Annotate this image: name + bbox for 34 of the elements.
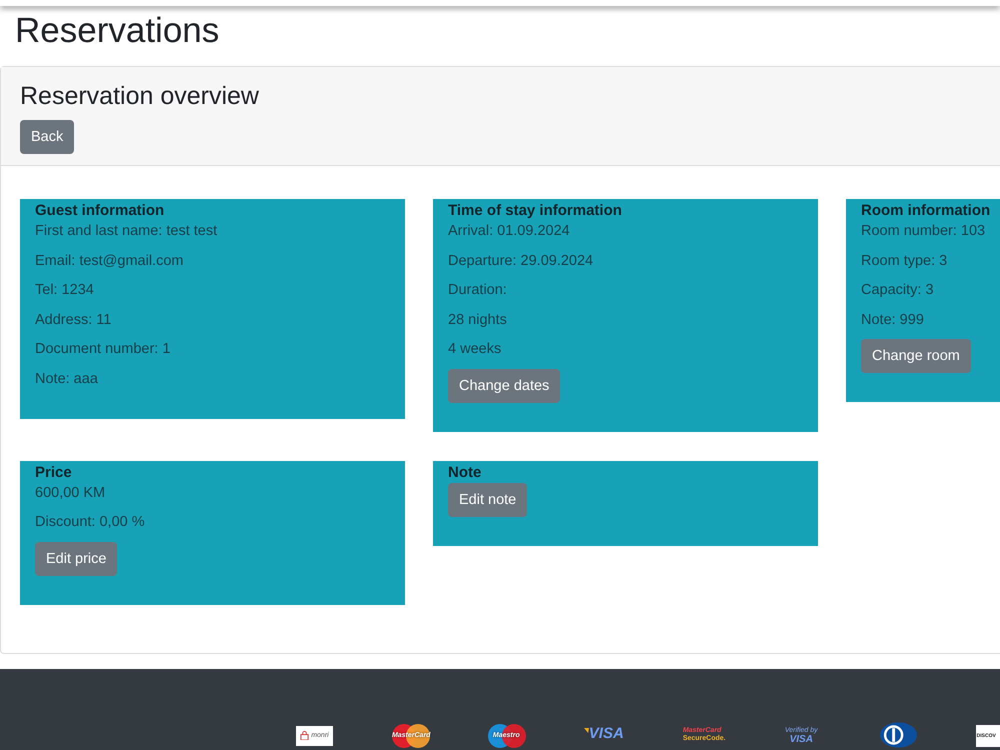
disc-logo-icon xyxy=(880,722,917,748)
card-title: Note xyxy=(448,462,482,482)
card-text: 28 nights xyxy=(448,310,507,330)
card-text: Note: 999 xyxy=(861,310,924,330)
card-text: Room type: 3 xyxy=(861,252,948,270)
card-text: Tel: 1234 xyxy=(35,281,94,300)
card-text: Note: aaa xyxy=(35,370,98,388)
card-title: Room information xyxy=(861,201,990,221)
card-title: Guest information xyxy=(35,201,164,221)
card-text: First and last name: test test xyxy=(35,222,218,241)
card-text: Document number: 1 xyxy=(35,340,170,359)
back-button[interactable]: Back xyxy=(20,120,74,154)
card-text: Capacity: 3 xyxy=(861,281,934,300)
page-title: Reservations xyxy=(15,10,220,52)
card-action-button[interactable]: Change room xyxy=(861,339,971,373)
lock-icon xyxy=(300,731,310,740)
card-text: Address: 11 xyxy=(35,310,112,330)
swoosh-icon xyxy=(584,728,589,732)
card-text: Room number: 103 xyxy=(861,222,986,241)
card-text: 600,00 KM xyxy=(35,484,106,502)
card-text: 4 weeks xyxy=(448,340,502,359)
card-action-button[interactable]: Edit price xyxy=(35,542,118,576)
card-text: Departure: 29.09.2024 xyxy=(448,252,594,270)
card-action-button[interactable]: Change dates xyxy=(448,368,560,402)
card-text: Email: test@gmail.com xyxy=(35,252,184,270)
card-title: Price xyxy=(35,462,72,482)
card-action-button[interactable]: Edit note xyxy=(448,482,528,516)
card-text: Arrival: 01.09.2024 xyxy=(448,222,570,241)
card-text: Discount: 0,00 % xyxy=(35,513,145,532)
logo-text: VISA xyxy=(588,726,624,742)
card-title: Time of stay information xyxy=(448,201,622,221)
panel-title: Reservation overview xyxy=(20,81,259,111)
logo-text: VISA xyxy=(790,734,813,744)
card-text: Duration: xyxy=(448,281,507,300)
